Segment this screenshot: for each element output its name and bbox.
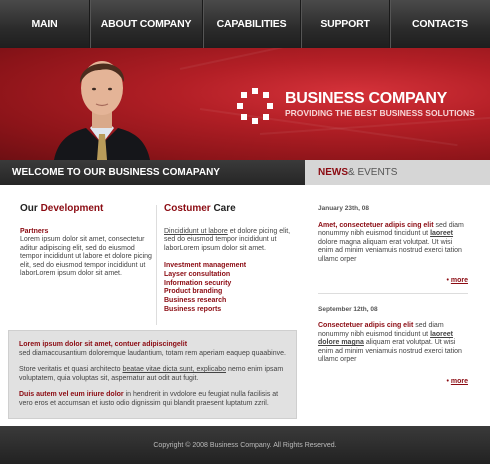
hero-banner: BUSINESS COMPANY PROVIDING THE BEST BUSI… <box>0 48 490 160</box>
news-events-heading: NEWS & EVENTS <box>305 160 490 185</box>
news-text-link[interactable]: laoreet <box>430 230 453 237</box>
news-column: January 23th, 08 Amet, consectetuer adip… <box>318 205 468 386</box>
more-link[interactable]: • more <box>318 378 468 387</box>
info-box-paragraph: Store veritatis et quasi architecto beat… <box>19 366 286 383</box>
services-list: Investment management Layser consultatio… <box>164 262 299 315</box>
welcome-heading: WELCOME TO OUR BUSINESS COMAPANY <box>0 160 305 185</box>
footer: Copyright © 2008 Business Company. All R… <box>0 426 490 464</box>
top-navigation: MAIN ABOUT COMPANY CAPABILITIES SUPPORT … <box>0 0 490 48</box>
service-link[interactable]: Product branding <box>164 288 299 297</box>
businessman-photo <box>54 61 150 160</box>
nav-contacts[interactable]: CONTACTS <box>390 0 490 48</box>
development-heading-b: Development <box>40 203 104 214</box>
development-heading: Our Development <box>20 203 155 214</box>
news-divider <box>318 292 468 294</box>
logo-dots-icon <box>237 88 273 124</box>
column-divider <box>156 205 157 325</box>
care-heading-b: Care <box>213 203 236 214</box>
care-heading-a: Costumer <box>164 203 214 214</box>
more-link[interactable]: • more <box>318 277 468 286</box>
news-item: January 23th, 08 Amet, consectetuer adip… <box>318 205 468 286</box>
info-text-red: Duis autem vel eum iriure dolor <box>19 391 124 398</box>
development-text: Lorem ipsum dolor sit amet, consectetur … <box>20 236 152 277</box>
nav-capabilities[interactable]: CAPABILITIES <box>203 0 301 48</box>
care-column: Costumer Care Dincididunt ut labore et d… <box>164 203 299 315</box>
service-link[interactable]: Layser consultation <box>164 271 299 280</box>
news-heading-rest: & EVENTS <box>348 167 398 178</box>
info-box-paragraph-2: Duis autem vel eum iriure dolor in hendr… <box>19 391 286 408</box>
more-label[interactable]: more <box>451 277 468 284</box>
service-link[interactable]: Business research <box>164 297 299 306</box>
nav-main[interactable]: MAIN <box>0 0 90 48</box>
nav-about-company[interactable]: ABOUT COMPANY <box>90 0 203 48</box>
care-heading: Costumer Care <box>164 203 299 214</box>
development-heading-a: Our <box>20 203 41 214</box>
news-date: January 23th, 08 <box>318 205 369 212</box>
info-text-link[interactable]: beatae vitae dicta sunt, explicabo <box>123 366 227 373</box>
nav-support[interactable]: SUPPORT <box>301 0 390 48</box>
care-text: Dincididunt ut labore et dolore picing e… <box>164 228 299 254</box>
company-slogan: PROVIDING THE BEST BUSINESS SOLUTIONS <box>285 108 475 118</box>
care-text-link[interactable]: Dincididunt ut labore <box>164 228 228 235</box>
news-heading-red: NEWS <box>318 167 348 178</box>
service-link[interactable]: Investment management <box>164 262 299 271</box>
news-headline[interactable]: Consectetuer adipis cing elit <box>318 322 413 329</box>
news-item: September 12th, 08 Consectetuer adipis c… <box>318 306 468 387</box>
info-text-a: Store veritatis et quasi architecto <box>19 366 123 373</box>
copyright-text: Copyright © 2008 Business Company. All R… <box>153 441 337 449</box>
service-link[interactable]: Business reports <box>164 306 299 315</box>
info-box-line: sed diamaccusantium doloremque laudantiu… <box>19 349 286 357</box>
news-text: Amet, consectetuer adipis cing elit sed … <box>318 222 468 265</box>
info-box: Lorem ipsum dolor sit amet, contuer adip… <box>8 330 297 419</box>
news-headline[interactable]: Amet, consectetuer adipis cing elit <box>318 222 434 229</box>
info-box-heading: Lorem ipsum dolor sit amet, contuer adip… <box>19 341 188 348</box>
more-label[interactable]: more <box>451 378 468 385</box>
service-link[interactable]: Information security <box>164 280 299 289</box>
development-column: Our Development Partners Lorem ipsum dol… <box>20 203 155 279</box>
company-logo-title: BUSINESS COMPANY <box>285 90 448 107</box>
partners-subheading: Partners <box>20 227 49 235</box>
news-text-b: dolore magna aliquam erat volutpat. Ut w… <box>318 238 462 263</box>
news-date: September 12th, 08 <box>318 305 378 313</box>
news-text: Consectetuer adipis cing elit sed diam n… <box>318 322 468 365</box>
